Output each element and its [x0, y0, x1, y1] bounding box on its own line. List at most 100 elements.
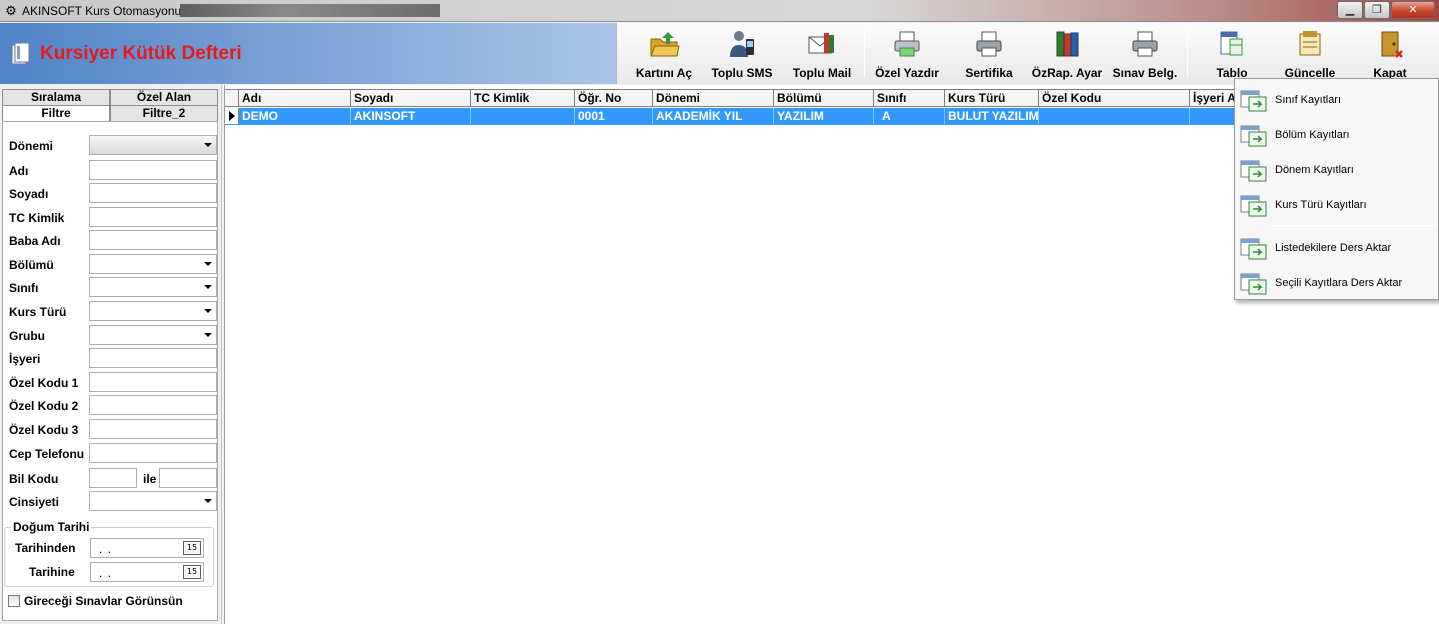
filter-row-special-code-3: Özel Kodu 3	[7, 419, 217, 439]
books-icon	[1056, 31, 1079, 57]
table-icon	[1220, 31, 1243, 56]
cell-term[interactable]: AKADEMİK YIL	[653, 108, 774, 124]
chevron-down-icon	[204, 262, 212, 266]
bulk-mail-button[interactable]: Toplu Mail	[787, 27, 857, 80]
column-header-class[interactable]: Sınıfı	[874, 90, 945, 106]
app-logo-icon: ⚙	[5, 3, 17, 18]
toolbar-separator	[864, 29, 865, 77]
course-type-select[interactable]	[89, 301, 217, 321]
calendar-icon[interactable]: 15	[183, 565, 201, 579]
filter-row-special-code-1: Özel Kodu 1	[7, 372, 217, 392]
filter-row-group: Grubu	[7, 325, 217, 345]
special-report-settings-button[interactable]: ÖzRap. Ayar	[1029, 27, 1105, 80]
maximize-button[interactable]: ❐	[1364, 1, 1390, 19]
workplace-input[interactable]	[89, 348, 217, 368]
table-button[interactable]: Tablo	[1197, 27, 1267, 80]
cell-tc[interactable]	[471, 108, 575, 124]
cell-department[interactable]: YAZILIM	[774, 108, 874, 124]
cell-student-no[interactable]: 0001	[575, 108, 653, 124]
records-window-icon	[1240, 273, 1267, 295]
cell-special-code[interactable]	[1039, 108, 1190, 124]
column-header-tc[interactable]: TC Kimlik	[471, 90, 575, 106]
column-header-surname[interactable]: Soyadı	[351, 90, 471, 106]
special-code-1-input[interactable]	[89, 372, 217, 392]
birth-date-from-input[interactable]: . . 15	[90, 538, 204, 558]
records-window-icon	[1240, 160, 1267, 182]
department-select[interactable]	[89, 254, 217, 274]
tc-id-input[interactable]	[89, 207, 217, 227]
door-exit-icon	[1381, 31, 1403, 58]
filter-row-gender: Cinsiyeti	[7, 491, 217, 511]
open-card-button[interactable]: Kartını Aç	[631, 27, 697, 80]
column-header-name[interactable]: Adı	[239, 90, 351, 106]
menu-item-course-type-records[interactable]: Kurs Türü Kayıtları	[1235, 189, 1439, 219]
cell-course-type[interactable]: BULUT YAZILIM	[945, 108, 1039, 124]
name-input[interactable]	[89, 160, 217, 180]
row-indicator	[225, 108, 239, 124]
cell-class[interactable]: A	[874, 108, 945, 124]
menu-item-department-records[interactable]: Bölüm Kayıtları	[1235, 119, 1439, 149]
menu-item-transfer-course-to-selected[interactable]: Seçili Kayıtlara Ders Aktar	[1235, 267, 1439, 297]
special-code-3-input[interactable]	[89, 419, 217, 439]
column-header-term[interactable]: Dönemi	[653, 90, 774, 106]
calendar-icon[interactable]: 15	[183, 541, 201, 555]
records-window-icon	[1240, 195, 1267, 217]
gender-select[interactable]	[89, 491, 217, 511]
filter-row-special-code-2: Özel Kodu 2	[7, 395, 217, 415]
redacted-title-area	[180, 4, 440, 17]
close-module-button[interactable]: Kapat	[1357, 27, 1423, 80]
update-button[interactable]: Güncelle	[1277, 27, 1343, 80]
group-select[interactable]	[89, 325, 217, 345]
filter-row-workplace: İşyeri	[7, 348, 217, 368]
cell-surname[interactable]: AKINSOFT	[351, 108, 471, 124]
menu-item-term-records[interactable]: Dönem Kayıtları	[1235, 154, 1439, 184]
filter-row-tc: TC Kimlik	[7, 207, 217, 227]
window-title: AKINSOFT Kurs Otomasyonu s	[22, 4, 191, 18]
class-select[interactable]	[89, 277, 217, 297]
current-row-arrow-icon	[229, 111, 235, 121]
filter-row-course-type: Kurs Türü	[7, 301, 217, 321]
column-header-student-no[interactable]: Öğr. No	[575, 90, 653, 106]
chevron-down-icon	[204, 499, 212, 503]
certificate-button[interactable]: Sertifika	[954, 27, 1024, 80]
filter-row-term: Dönemi	[7, 135, 217, 155]
father-name-input[interactable]	[89, 230, 217, 250]
tab-filter-2[interactable]: Filtre_2	[110, 105, 218, 121]
records-window-icon	[1240, 90, 1267, 112]
bulk-sms-button[interactable]: Toplu SMS	[707, 27, 777, 80]
folder-open-icon	[650, 32, 680, 57]
chevron-down-icon	[204, 143, 212, 147]
close-window-button[interactable]: ✕	[1391, 1, 1435, 19]
exam-document-button[interactable]: Sınav Belg.	[1110, 27, 1180, 80]
custom-print-button[interactable]: Özel Yazdır	[872, 27, 942, 80]
filter-row-surname: Soyadı	[7, 183, 217, 203]
bil-code-from-input[interactable]	[89, 468, 137, 488]
bil-code-to-input[interactable]	[159, 468, 217, 488]
records-window-icon	[1240, 238, 1267, 260]
menu-separator	[1271, 225, 1437, 226]
surname-input[interactable]	[89, 183, 217, 203]
phone-person-icon	[730, 31, 754, 57]
tab-sorting[interactable]: Sıralama	[2, 89, 110, 105]
tab-custom-field[interactable]: Özel Alan	[110, 89, 218, 105]
minimize-button[interactable]: ▁	[1337, 1, 1363, 19]
tab-filter[interactable]: Filtre	[2, 105, 110, 121]
filter-row-mobile: Cep Telefonu	[7, 443, 217, 463]
special-code-2-input[interactable]	[89, 395, 217, 415]
column-header-department[interactable]: Bölümü	[774, 90, 874, 106]
menu-item-transfer-course-to-list[interactable]: Listedekilere Ders Aktar	[1235, 232, 1439, 262]
term-select[interactable]	[89, 135, 217, 155]
filter-row-name: Adı	[7, 160, 217, 180]
exams-visible-checkbox[interactable]	[8, 595, 20, 607]
column-header-course-type[interactable]: Kurs Türü	[945, 90, 1039, 106]
column-header-special-code[interactable]: Özel Kodu	[1039, 90, 1190, 106]
birth-date-to-input[interactable]: . . 15	[90, 562, 204, 582]
chevron-down-icon	[204, 333, 212, 337]
application-window: ⚙ AKINSOFT Kurs Otomasyonu s ▁ ❐ ✕ Kursi…	[0, 0, 1439, 624]
mail-books-icon	[808, 33, 834, 54]
menu-item-class-records[interactable]: Sınıf Kayıtları	[1235, 84, 1439, 114]
window-controls: ▁ ❐ ✕	[1336, 1, 1435, 19]
filter-panel: Sıralama Özel Alan Filtre Filtre_2 Dönem…	[0, 85, 222, 624]
mobile-phone-input[interactable]	[89, 443, 217, 463]
cell-name[interactable]: DEMO	[239, 108, 351, 124]
